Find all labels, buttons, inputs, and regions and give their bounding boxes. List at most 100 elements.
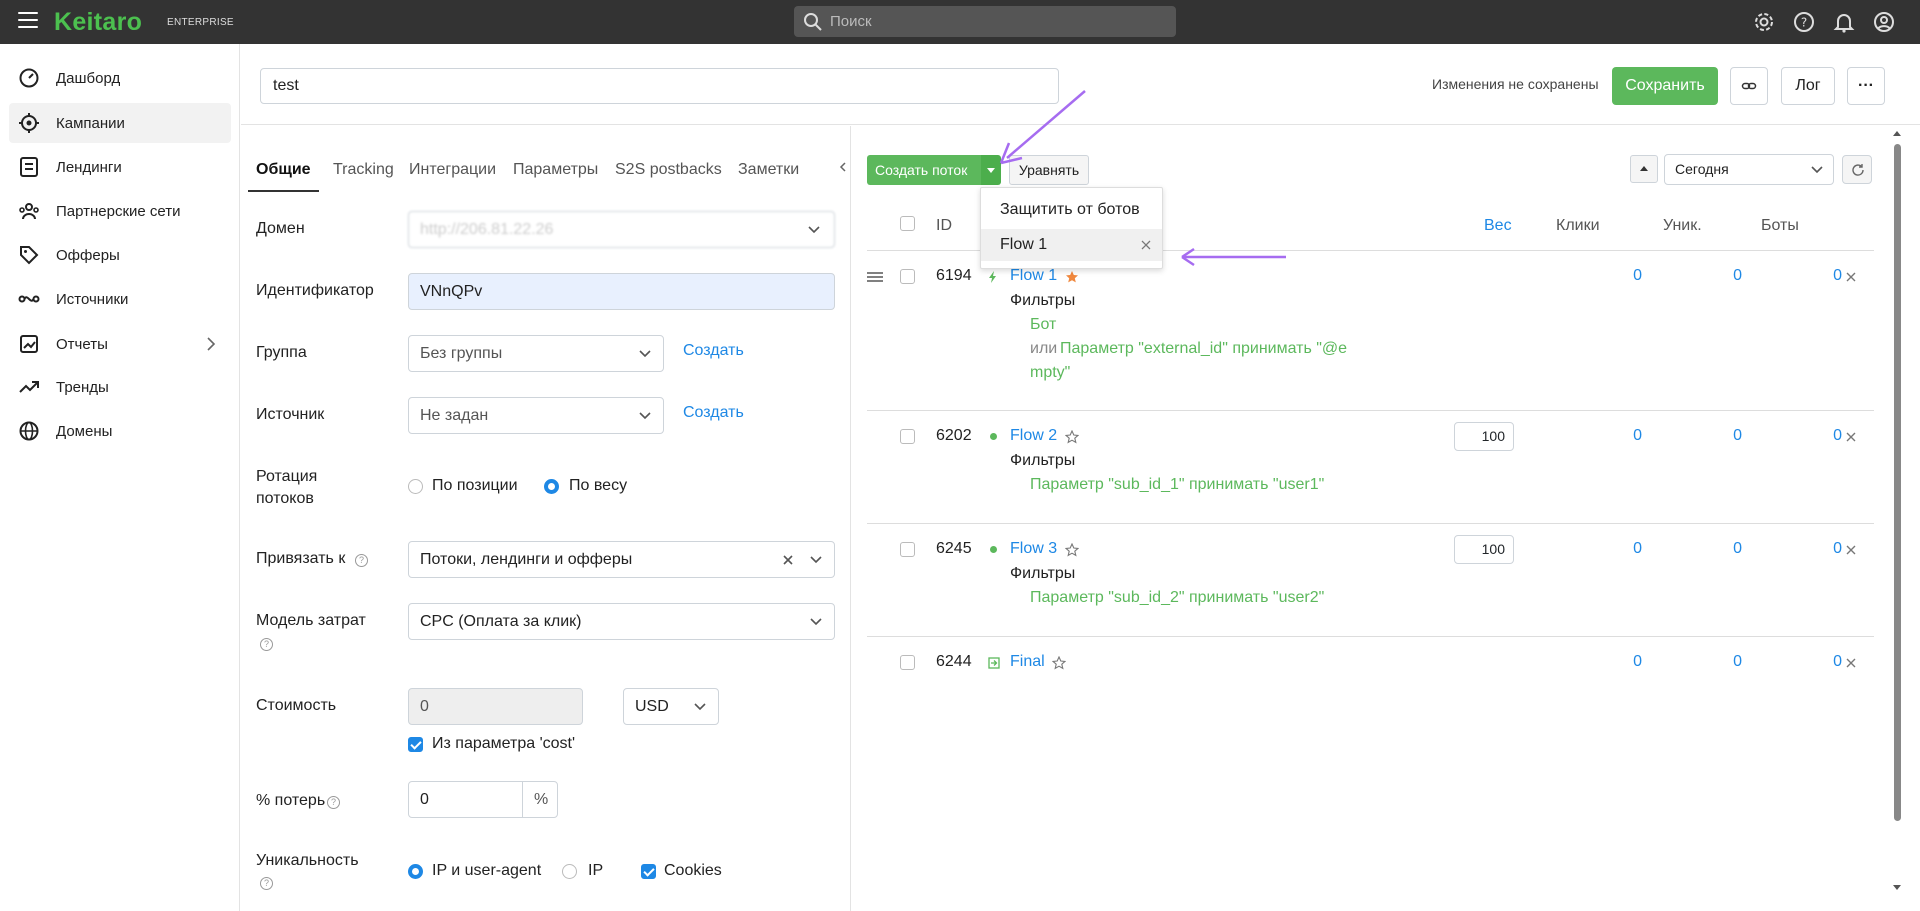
refresh-button[interactable] <box>1842 155 1872 184</box>
tab-tracking[interactable]: Tracking <box>333 152 394 192</box>
log-button[interactable]: Лог <box>1781 67 1835 105</box>
uniq-cookies-checkbox[interactable] <box>641 864 656 879</box>
collapse-up-button[interactable] <box>1630 155 1658 183</box>
close-icon[interactable] <box>1141 240 1151 250</box>
campaign-name-input[interactable] <box>260 68 1059 104</box>
domain-select[interactable]: http://206.81.22.26 <box>408 211 835 248</box>
unique-value[interactable]: 0 <box>1702 540 1742 558</box>
link-button[interactable] <box>1730 67 1768 105</box>
help-icon[interactable]: ? <box>355 554 368 567</box>
help-icon[interactable]: ? <box>1792 10 1816 34</box>
weight-input[interactable]: 100 <box>1454 535 1514 564</box>
logo[interactable]: Keitaro <box>54 8 142 37</box>
cost-param-checkbox[interactable] <box>408 737 423 752</box>
bots-value[interactable]: 0 <box>1802 540 1842 558</box>
column-bots[interactable]: Боты <box>1761 217 1799 235</box>
sidebar-item-reports[interactable]: Отчеты <box>9 324 231 364</box>
scroll-down-icon[interactable] <box>1892 884 1902 892</box>
star-outline-icon[interactable] <box>1052 656 1066 670</box>
source-select[interactable]: Не задан <box>408 397 664 434</box>
clear-icon[interactable] <box>782 554 794 566</box>
rotation-position-radio[interactable] <box>408 479 423 494</box>
loss-input[interactable]: 0 <box>408 781 523 818</box>
column-unique[interactable]: Уник. <box>1663 217 1702 235</box>
menu-item-flow-1[interactable]: Flow 1 <box>981 229 1162 261</box>
row-checkbox[interactable] <box>900 429 915 444</box>
tab-general[interactable]: Общие <box>248 152 319 192</box>
sidebar-item-landings[interactable]: Лендинги <box>9 147 231 187</box>
save-button[interactable]: Сохранить <box>1612 67 1718 105</box>
clicks-value[interactable]: 0 <box>1602 427 1642 445</box>
sidebar-item-sources[interactable]: Источники <box>9 279 231 319</box>
clicks-value[interactable]: 0 <box>1602 653 1642 671</box>
currency-select[interactable]: USD <box>623 688 719 725</box>
scroll-up-icon[interactable] <box>1892 129 1902 137</box>
tab-parameters[interactable]: Параметры <box>513 152 598 192</box>
sidebar-item-offers[interactable]: Офферы <box>9 235 231 275</box>
rotation-weight-radio[interactable] <box>544 479 559 494</box>
sidebar-item-campaigns[interactable]: Кампании <box>9 103 231 143</box>
bots-value[interactable]: 0 <box>1802 267 1842 285</box>
row-checkbox[interactable] <box>900 655 915 670</box>
unique-value[interactable]: 0 <box>1702 427 1742 445</box>
column-clicks[interactable]: Клики <box>1556 217 1600 235</box>
sidebar-item-dashboard[interactable]: Дашборд <box>9 58 231 98</box>
sidebar-item-trends[interactable]: Тренды <box>9 367 231 407</box>
clicks-value[interactable]: 0 <box>1602 540 1642 558</box>
tab-notes[interactable]: Заметки <box>738 152 799 192</box>
star-outline-icon[interactable] <box>1065 430 1079 444</box>
period-select[interactable]: Сегодня <box>1664 154 1834 185</box>
tab-integrations[interactable]: Интеграции <box>409 152 496 192</box>
delete-stream-icon[interactable] <box>1845 271 1857 283</box>
star-filled-icon[interactable] <box>1065 270 1079 284</box>
bind-select[interactable]: Потоки, лендинги и офферы <box>408 541 835 578</box>
row-checkbox[interactable] <box>900 542 915 557</box>
menu-item-bot-protect[interactable]: Защитить от ботов <box>981 194 1162 226</box>
delete-stream-icon[interactable] <box>1845 431 1857 443</box>
sidebar-item-domains[interactable]: Домены <box>9 411 231 451</box>
uniq-ip-radio[interactable] <box>562 864 577 879</box>
bell-icon[interactable] <box>1832 10 1856 34</box>
sidebar-item-affiliate-networks[interactable]: Партнерские сети <box>9 191 231 231</box>
tab-s2s-postbacks[interactable]: S2S postbacks <box>615 152 722 192</box>
column-weight[interactable]: Вес <box>1484 217 1512 235</box>
drag-handle-icon[interactable] <box>867 272 883 282</box>
delete-stream-icon[interactable] <box>1845 544 1857 556</box>
help-icon[interactable]: ? <box>260 638 273 651</box>
identifier-field[interactable]: VNnQPv <box>408 273 835 310</box>
cost-model-select[interactable]: CPC (Оплата за клик) <box>408 603 835 640</box>
user-icon[interactable] <box>1872 10 1896 34</box>
unique-value[interactable]: 0 <box>1702 267 1742 285</box>
select-all-checkbox[interactable] <box>900 216 915 231</box>
menu-icon[interactable] <box>18 12 38 32</box>
create-stream-button[interactable]: Создать поток <box>867 155 981 185</box>
stream-name-link[interactable]: Flow 3 <box>1010 540 1057 558</box>
tab-scroll-left-icon[interactable] <box>839 162 847 172</box>
unique-value[interactable]: 0 <box>1702 653 1742 671</box>
scroll-thumb[interactable] <box>1894 144 1901 821</box>
help-icon[interactable]: ? <box>260 877 273 890</box>
search-input[interactable] <box>830 6 1160 37</box>
equalize-button[interactable]: Уравнять <box>1009 155 1089 185</box>
stream-name-link[interactable]: Flow 1 <box>1010 267 1057 285</box>
clicks-value[interactable]: 0 <box>1602 267 1642 285</box>
star-outline-icon[interactable] <box>1065 543 1079 557</box>
help-icon[interactable]: ? <box>327 796 340 809</box>
more-button[interactable]: ··· <box>1847 67 1885 105</box>
bots-value[interactable]: 0 <box>1802 653 1842 671</box>
delete-stream-icon[interactable] <box>1845 657 1857 669</box>
bots-value[interactable]: 0 <box>1802 427 1842 445</box>
stream-name-link[interactable]: Final <box>1010 653 1045 671</box>
gear-icon[interactable] <box>1752 10 1776 34</box>
row-checkbox[interactable] <box>900 269 915 284</box>
weight-input[interactable]: 100 <box>1454 422 1514 451</box>
create-stream-dropdown-toggle[interactable] <box>981 155 1001 185</box>
cost-input[interactable]: 0 <box>408 688 583 725</box>
search-box[interactable] <box>794 6 1176 37</box>
create-source-link[interactable]: Создать <box>683 404 744 422</box>
create-group-link[interactable]: Создать <box>683 342 744 360</box>
column-id[interactable]: ID <box>936 217 952 235</box>
stream-name-link[interactable]: Flow 2 <box>1010 427 1057 445</box>
scrollbar[interactable] <box>1891 126 1903 911</box>
uniq-ip-ua-radio[interactable] <box>408 864 423 879</box>
